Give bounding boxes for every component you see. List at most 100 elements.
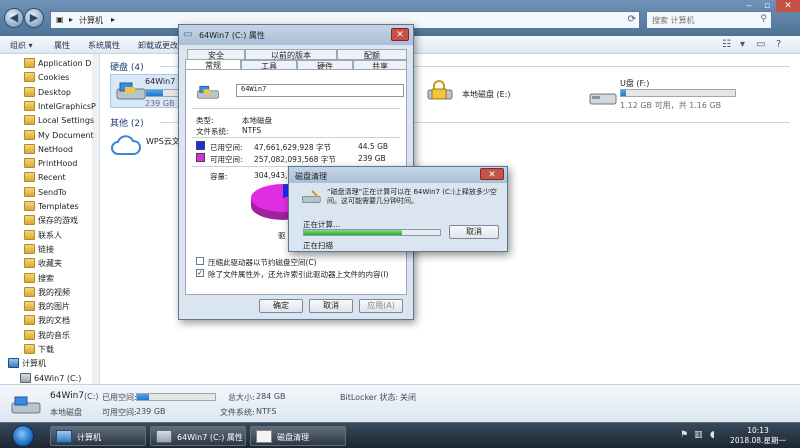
cancel-button[interactable]: 取消 (309, 299, 353, 313)
system-properties-button[interactable]: 系统属性 (88, 40, 120, 51)
task-properties-label: 64Win7 (C:) 属性 (177, 433, 243, 442)
group-header-hdd[interactable]: 硬盘 (4) (110, 60, 144, 73)
back-button[interactable]: ◀ (4, 8, 24, 28)
tab-quota[interactable]: 配额 (337, 49, 407, 60)
sidebar-item[interactable]: PrintHood (24, 158, 99, 172)
help-icon[interactable]: ? (776, 39, 781, 50)
capacity-label: 容量: (210, 172, 228, 181)
cleanup-titlebar[interactable]: 磁盘清理 ✕ (289, 167, 507, 183)
ok-button[interactable]: 确定 (259, 299, 303, 313)
drive-e-name[interactable]: 本地磁盘 (E:) (462, 89, 511, 100)
sidebar-item[interactable]: 我的视频 (24, 286, 99, 301)
sidebar-item[interactable]: 搜索 (24, 272, 99, 287)
sidebar-item[interactable]: Desktop (24, 86, 99, 101)
details-bitlocker-value: 关闭 (400, 393, 416, 402)
sidebar-item[interactable]: My Document (24, 129, 99, 144)
sidebar-item[interactable]: 我的音乐 (24, 329, 99, 344)
drive-caption: 驱 (278, 231, 286, 240)
preview-pane-icon[interactable]: ▭ (756, 39, 765, 50)
sidebar-item[interactable]: 保存的游戏 (24, 215, 99, 229)
maximize-button[interactable]: ▫ (758, 0, 776, 12)
compress-checkbox[interactable] (196, 257, 204, 265)
properties-button[interactable]: 属性 (54, 40, 70, 51)
disk-cleanup-icon (302, 190, 321, 203)
breadcrumb-separator-icon: ▸ (111, 15, 116, 24)
volume-icon[interactable]: ◖ (710, 430, 715, 440)
details-bitlocker-label: BitLocker 状态: (340, 393, 399, 402)
clock[interactable]: 10:13 2018.08.星期一 (730, 426, 786, 446)
sidebar-item[interactable]: Recent (24, 172, 99, 186)
fs-label: 文件系统: (196, 127, 229, 136)
sidebar-item[interactable]: 我的图片 (24, 301, 99, 315)
sidebar-item-label: NetHood (38, 144, 73, 154)
sidebar-item[interactable]: 下载 (24, 344, 99, 358)
task-disk-cleanup[interactable]: 磁盘清理 (250, 426, 346, 446)
sidebar-item[interactable]: 链接 (24, 243, 99, 258)
network-icon[interactable]: ▥ (694, 430, 703, 440)
sidebar-item[interactable]: 计算机 (8, 358, 84, 372)
sidebar-item-label: 下载 (38, 345, 54, 354)
usb-drive-icon[interactable] (588, 88, 620, 110)
sidebar-item[interactable]: 64Win7 (C:) (20, 372, 96, 384)
sidebar-item[interactable]: Local Settings (24, 115, 99, 129)
group-header-other[interactable]: 其他 (2) (110, 116, 144, 129)
view-dropdown-icon[interactable]: ▾ (740, 39, 745, 50)
free-bytes: 257,082,093,568 字节 (254, 155, 336, 164)
sidebar-item[interactable]: Application D (24, 58, 99, 72)
compress-label: 压缩此驱动器以节约磁盘空间(C) (208, 258, 317, 267)
scanning-label: 正在扫描 (303, 241, 333, 250)
sidebar-item-label: 链接 (38, 244, 54, 254)
drive-name-input[interactable]: 64Win7 (236, 84, 404, 97)
sidebar-item-label: 我的视频 (38, 287, 70, 297)
drive-f-name[interactable]: U盘 (F:) (620, 78, 649, 89)
sidebar-item-label: 联系人 (38, 230, 62, 240)
forward-button[interactable]: ▶ (24, 8, 44, 28)
cloud-icon[interactable] (110, 134, 142, 158)
folder-icon (24, 286, 35, 297)
locked-drive-icon[interactable] (426, 80, 458, 102)
cleanup-cancel-button[interactable]: 取消 (449, 225, 499, 239)
forward-arrow-icon: ▶ (29, 11, 39, 24)
details-free-label: 可用空间: (102, 408, 137, 417)
folder-icon (24, 86, 35, 97)
sidebar-item[interactable]: Templates (24, 201, 99, 215)
sidebar-item-label: Application D (38, 59, 92, 68)
start-button[interactable] (12, 425, 34, 447)
hard-drive-icon (197, 85, 219, 99)
back-arrow-icon: ◀ (9, 11, 19, 24)
refresh-icon[interactable]: ⟳ (628, 14, 636, 25)
search-box[interactable]: ⚲ (646, 11, 772, 29)
task-properties[interactable]: 64Win7 (C:) 属性 (150, 426, 246, 446)
search-icon[interactable]: ⚲ (760, 14, 767, 24)
folder-icon (24, 100, 35, 111)
sidebar-item[interactable]: SendTo (24, 186, 99, 201)
tab-previous-versions[interactable]: 以前的版本 (245, 49, 337, 60)
sidebar-item[interactable]: NetHood (24, 143, 99, 158)
flag-icon[interactable]: ⚑ (680, 430, 688, 440)
document-icon (256, 430, 272, 443)
apply-button[interactable]: 应用(A) (359, 299, 403, 313)
folder-icon (24, 243, 35, 254)
sidebar-item[interactable]: 联系人 (24, 229, 99, 244)
sidebar-item-label: 搜索 (38, 273, 54, 283)
details-fs-label: 文件系统: (220, 408, 255, 417)
minimize-button[interactable]: ‒ (740, 0, 758, 12)
sidebar-item[interactable]: IntelGraphicsP (24, 100, 99, 115)
sidebar-item[interactable]: Cookies (24, 72, 99, 86)
view-options-icon[interactable]: ☷ (722, 39, 731, 50)
type-label: 类型: (196, 116, 214, 125)
drive-f-usage-bar (620, 89, 736, 97)
search-input[interactable] (647, 12, 755, 28)
cleanup-close-button[interactable]: ✕ (480, 168, 504, 180)
folder-icon (24, 344, 35, 354)
details-total-value: 284 GB (256, 392, 286, 401)
sidebar-item[interactable]: 我的文档 (24, 315, 99, 329)
properties-titlebar[interactable]: ▭ 64Win7 (C:) 属性 ✕ (179, 25, 413, 45)
close-button[interactable]: ✕ (776, 0, 800, 12)
breadcrumb-computer[interactable]: 计算机 (79, 15, 103, 26)
index-checkbox[interactable]: ✓ (196, 269, 204, 277)
task-computer[interactable]: 计算机 (50, 426, 146, 446)
sidebar-item[interactable]: 收藏夹 (24, 258, 99, 272)
properties-close-button[interactable]: ✕ (391, 28, 409, 41)
organize-button[interactable]: 组织 ▾ (10, 40, 33, 51)
